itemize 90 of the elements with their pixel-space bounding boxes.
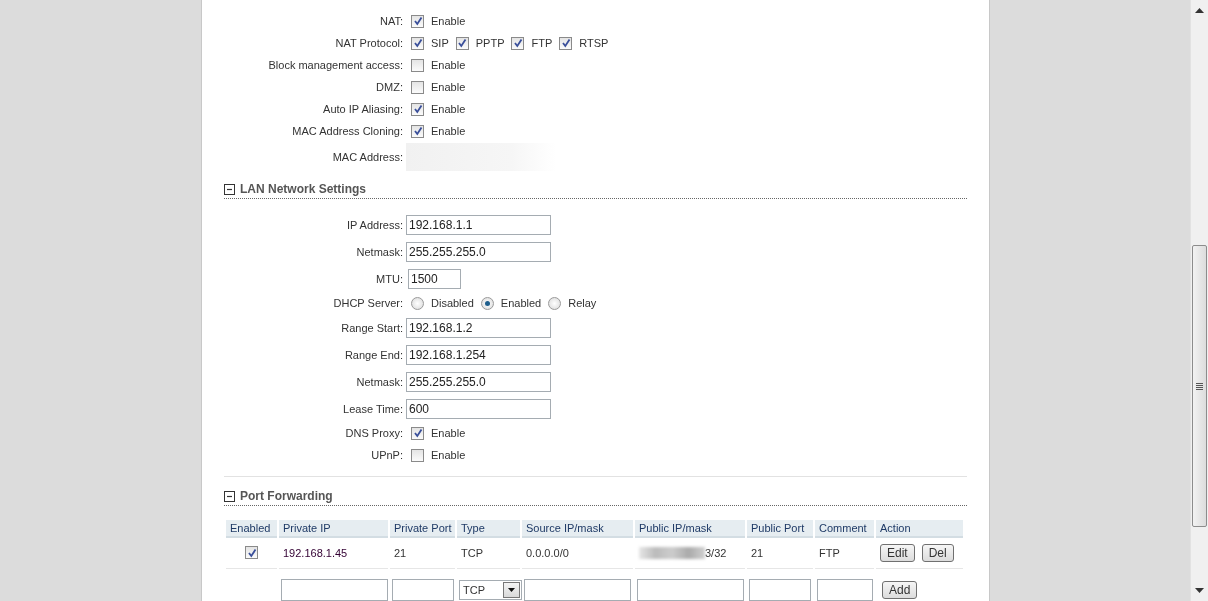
- field-label: Netmask:: [355, 245, 404, 258]
- action-button[interactable]: Del: [921, 544, 954, 562]
- option-label: FTP: [531, 37, 553, 49]
- checkbox[interactable]: [411, 102, 424, 116]
- checkbox[interactable]: [411, 80, 424, 94]
- checkbox[interactable]: [245, 546, 258, 560]
- option-label: Enabled: [500, 297, 542, 309]
- option-label: Enable: [431, 427, 466, 439]
- input-field[interactable]: [524, 579, 631, 601]
- table-cell: 21: [394, 547, 407, 559]
- field-label: UPnP:: [370, 449, 404, 461]
- option-label: Enable: [431, 449, 466, 461]
- field-label: Auto IP Aliasing:: [322, 103, 404, 115]
- input-field[interactable]: 255.255.255.0: [406, 371, 551, 392]
- option-label: Enable: [431, 81, 466, 93]
- caret-icon: [503, 582, 520, 598]
- option-label: RTSP: [579, 37, 609, 49]
- column-header: Action: [876, 520, 963, 538]
- checkbox[interactable]: [411, 124, 424, 138]
- column-header: Type: [457, 520, 520, 538]
- field-label: IP Address:: [345, 218, 404, 231]
- field-label: Block management access:: [267, 59, 404, 71]
- radio-button[interactable]: [411, 296, 424, 310]
- option-label: Enable: [431, 125, 466, 137]
- input-field[interactable]: 192.168.1.1: [406, 214, 551, 235]
- scroll-down-icon[interactable]: [1195, 588, 1204, 594]
- field-label: Lease Time:: [342, 402, 404, 415]
- input-field[interactable]: [637, 579, 744, 601]
- input-field[interactable]: [281, 579, 388, 601]
- table-cell: 21: [751, 547, 764, 559]
- collapse-icon[interactable]: [224, 183, 235, 195]
- table-cell: 0.0.0.0/0: [526, 547, 569, 559]
- column-header: Public IP/mask: [635, 520, 745, 538]
- collapse-icon[interactable]: [224, 490, 235, 502]
- scroll-up-icon[interactable]: [1195, 7, 1204, 13]
- field-label: Netmask:: [355, 375, 404, 388]
- field-label: DMZ:: [375, 81, 404, 93]
- input-field[interactable]: [392, 579, 454, 601]
- column-header: Source IP/mask: [522, 520, 633, 538]
- option-label: Relay: [568, 297, 597, 309]
- radio-button[interactable]: [548, 296, 562, 310]
- radio-button[interactable]: [480, 296, 494, 310]
- action-button[interactable]: Edit: [880, 544, 915, 562]
- input-field[interactable]: 192.168.1.254: [406, 344, 551, 365]
- checkbox[interactable]: [411, 426, 424, 440]
- option-label: Disabled: [431, 297, 474, 309]
- field-label: Range Start:: [340, 321, 404, 334]
- field-label: Range End:: [343, 348, 404, 361]
- input-field[interactable]: 600: [406, 398, 551, 419]
- section-title: LAN Network Settings: [240, 182, 366, 196]
- input-field[interactable]: 1500: [408, 268, 461, 289]
- grip-icon: [1196, 382, 1203, 390]
- column-header: Comment: [815, 520, 874, 538]
- scrollbar[interactable]: [1190, 0, 1208, 601]
- table-cell: FTP: [819, 547, 840, 559]
- checkbox[interactable]: [559, 36, 573, 50]
- option-label: SIP: [431, 37, 449, 49]
- column-header: Public Port: [747, 520, 813, 538]
- checkbox[interactable]: [411, 448, 424, 462]
- option-label: Enable: [431, 15, 466, 27]
- field-label: DNS Proxy:: [344, 427, 404, 439]
- field-label: MTU:: [375, 272, 404, 285]
- input-field[interactable]: [817, 579, 873, 601]
- table-cell: 3/32: [705, 547, 727, 559]
- checkbox[interactable]: [411, 14, 424, 28]
- checkbox[interactable]: [411, 36, 424, 50]
- checkbox[interactable]: [411, 58, 424, 72]
- field-label: DHCP Server:: [332, 297, 404, 309]
- scroll-thumb[interactable]: [1192, 245, 1207, 527]
- blurred-value: [639, 547, 705, 559]
- section-title: Port Forwarding: [240, 489, 333, 503]
- type-dropdown[interactable]: TCP: [459, 580, 522, 600]
- field-label: NAT Protocol:: [334, 37, 404, 49]
- field-label: MAC Address Cloning:: [291, 125, 404, 137]
- field-label: MAC Address:: [331, 151, 404, 163]
- column-header: Private IP: [279, 520, 388, 538]
- input-field[interactable]: [749, 579, 811, 601]
- checkbox[interactable]: [511, 36, 525, 50]
- add-button[interactable]: Add: [882, 581, 918, 599]
- column-header: Enabled: [226, 520, 277, 538]
- option-label: Enable: [431, 103, 466, 115]
- option-label: PPTP: [475, 37, 505, 49]
- field-label: NAT:: [378, 15, 404, 27]
- option-label: Enable: [431, 59, 466, 71]
- checkbox[interactable]: [455, 36, 469, 50]
- input-field[interactable]: 192.168.1.2: [406, 317, 551, 338]
- table-cell: 192.168.1.45: [283, 547, 348, 559]
- input-field[interactable]: 255.255.255.0: [406, 241, 551, 262]
- table-cell: TCP: [461, 547, 483, 559]
- column-header: Private Port: [390, 520, 455, 538]
